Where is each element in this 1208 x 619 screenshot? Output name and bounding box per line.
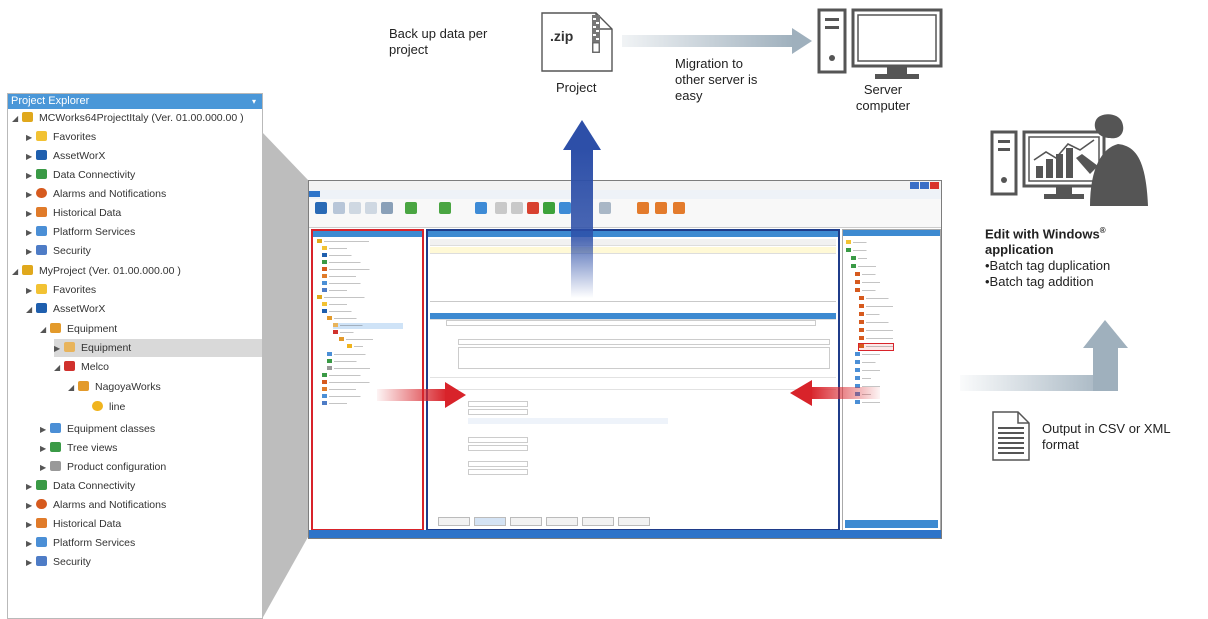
backup-annotation: Back up data per project: [389, 26, 488, 57]
red-arrow-left: [790, 380, 880, 406]
zip-label: .zip: [550, 28, 574, 44]
arrows-overlay: [377, 28, 1128, 408]
migration-annotation: Migration to other server is easy: [675, 56, 758, 103]
output-annotation: Output in CSV or XML format: [1042, 421, 1171, 452]
red-arrow-right: [377, 382, 466, 408]
migration-arrow: [622, 28, 812, 54]
server-computer-icon: [817, 8, 943, 79]
windows-pc-user-icon: [990, 114, 1148, 206]
edit-annotation: Edit with Windows® application •Batch ta…: [985, 226, 1111, 290]
backup-up-arrow: [563, 120, 601, 298]
document-icon: [992, 411, 1030, 461]
project-label: Project: [556, 80, 597, 95]
export-elbow-arrow: [960, 320, 1128, 391]
server-label: Server computer: [855, 82, 911, 113]
